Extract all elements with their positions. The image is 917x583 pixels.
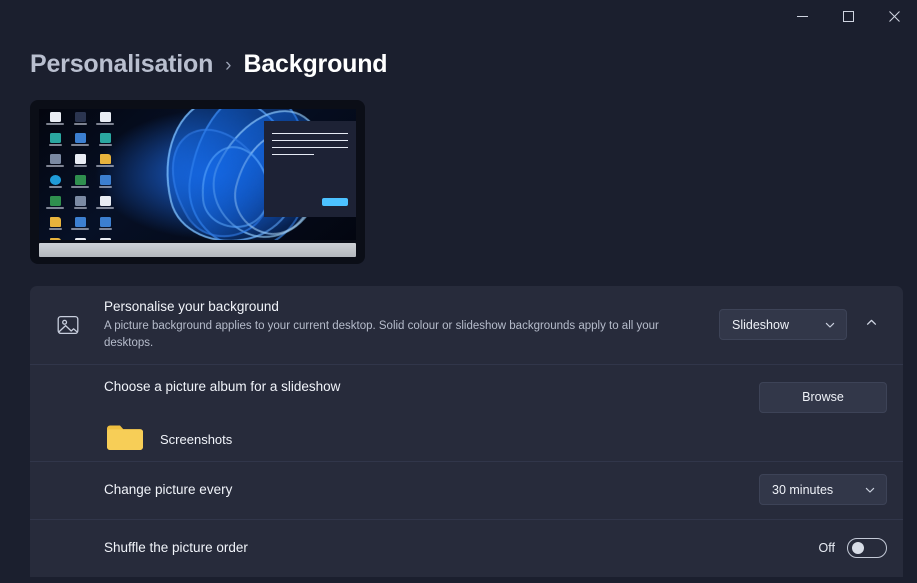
setting-row-picture-album: Choose a picture album for a slideshow S… <box>30 363 903 461</box>
minimize-icon <box>796 11 808 22</box>
monitor-preview <box>30 100 365 264</box>
maximize-icon <box>842 10 854 22</box>
setting-row-personalise-background[interactable]: Personalise your background A picture ba… <box>30 286 903 364</box>
collapse-section-button[interactable] <box>855 309 887 341</box>
picture-icon <box>46 314 90 336</box>
chevron-right-icon: › <box>225 55 232 76</box>
chevron-up-icon <box>865 316 878 334</box>
toggle-knob <box>852 541 864 554</box>
background-type-value: Slideshow <box>732 317 789 332</box>
preview-section <box>0 88 917 264</box>
breadcrumb: Personalisation › Background <box>0 32 917 88</box>
album-text-block: Choose a picture album for a slideshow S… <box>46 378 759 461</box>
selected-album-entry[interactable]: Screenshots <box>104 418 743 461</box>
maximize-button[interactable] <box>825 0 871 32</box>
minimize-button[interactable] <box>779 0 825 32</box>
shuffle-toggle-switch[interactable] <box>847 537 887 558</box>
background-type-dropdown[interactable]: Slideshow <box>719 309 847 341</box>
preview-screen <box>39 109 356 240</box>
personalise-text-block: Personalise your background A picture ba… <box>90 298 719 352</box>
breadcrumb-parent-link[interactable]: Personalisation <box>30 50 213 79</box>
chevron-down-icon <box>864 484 876 496</box>
page-title: Background <box>243 50 388 78</box>
personalise-title: Personalise your background <box>104 299 279 314</box>
monitor-stand <box>39 243 356 257</box>
personalise-actions: Slideshow <box>719 309 887 341</box>
close-icon <box>888 10 900 22</box>
settings-card: Personalise your background A picture ba… <box>30 286 903 577</box>
preview-dialog-mock <box>264 121 356 217</box>
browse-button[interactable]: Browse <box>759 381 887 413</box>
shuffle-toggle-group: Off <box>818 537 887 558</box>
shuffle-actions: Off <box>818 537 887 558</box>
interval-title: Change picture every <box>104 481 233 497</box>
personalise-description: A picture background applies to your cur… <box>104 320 659 349</box>
album-title: Choose a picture album for a slideshow <box>104 378 341 394</box>
chevron-down-icon <box>824 319 836 331</box>
change-interval-value: 30 minutes <box>772 482 834 497</box>
shuffle-text-block: Shuffle the picture order <box>46 539 819 557</box>
change-interval-dropdown[interactable]: 30 minutes <box>759 474 887 506</box>
album-folder-name: Screenshots <box>160 431 233 447</box>
interval-actions: 30 minutes <box>759 474 887 506</box>
interval-text-block: Change picture every <box>46 481 759 499</box>
shuffle-state-label: Off <box>818 540 835 555</box>
album-actions: Browse <box>759 381 887 413</box>
close-button[interactable] <box>871 0 917 32</box>
desktop-icon-grid <box>43 112 117 240</box>
folder-icon <box>106 422 144 457</box>
title-bar <box>0 0 917 32</box>
setting-row-change-interval: Change picture every 30 minutes <box>30 460 903 519</box>
preview-dialog-accent-button <box>322 198 348 206</box>
setting-row-shuffle-order: Shuffle the picture order Off <box>30 518 903 577</box>
shuffle-title: Shuffle the picture order <box>104 539 248 555</box>
